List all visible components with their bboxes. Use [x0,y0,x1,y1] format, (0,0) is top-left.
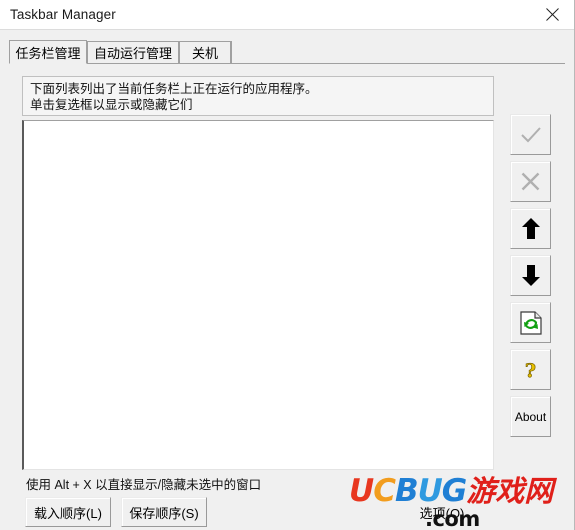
description-line-2: 单击复选框以显示或隐藏它们 [30,98,193,112]
load-order-button[interactable]: 载入顺序(L) [25,497,111,527]
question-mark-icon: ? [525,359,537,381]
cross-icon [521,172,540,191]
check-icon [520,126,541,142]
svg-text:?: ? [525,360,536,381]
refresh-page-icon [519,310,542,335]
tab-label: 自动运行管理 [93,46,172,61]
keyboard-shortcut-hint: 使用 Alt + X 以直接显示/隐藏未选中的窗口 [26,478,262,492]
tab-label: 任务栏管理 [15,45,81,61]
taskbar-manager-window: Taskbar Manager 任务栏管理 自动运行管理 关机 下面列表列出了当 [0,0,575,530]
description-line-1: 下面列表列出了当前任务栏上正在运行的应用程序。 [30,82,318,96]
about-button-label: About [514,409,547,424]
save-order-label: 保存顺序(S) [129,505,199,521]
options-button[interactable]: 选项(O) [402,497,482,527]
cancel-button[interactable] [510,161,551,202]
window-title: Taskbar Manager [10,7,116,22]
tab-autorun-management[interactable]: 自动运行管理 [87,41,179,63]
title-bar: Taskbar Manager [0,0,574,30]
move-down-button[interactable] [510,255,551,296]
load-order-label: 载入顺序(L) [34,505,102,521]
check-button[interactable] [510,114,551,155]
arrow-down-icon [521,265,540,286]
refresh-button[interactable] [510,302,551,343]
close-icon[interactable] [529,0,574,29]
save-order-button[interactable]: 保存顺序(S) [121,497,207,527]
help-button[interactable]: ? [510,349,551,390]
tab-label: 关机 [191,46,218,61]
options-label: 选项(O) [419,505,465,521]
about-button[interactable]: About [510,396,551,437]
tab-strip: 任务栏管理 自动运行管理 关机 [9,40,565,64]
application-list[interactable] [22,120,494,470]
tab-strip-end-divider [231,41,232,63]
arrow-up-icon [521,218,540,239]
tab-shutdown[interactable]: 关机 [179,41,231,63]
description-box: 下面列表列出了当前任务栏上正在运行的应用程序。 单击复选框以显示或隐藏它们 [22,76,494,116]
move-up-button[interactable] [510,208,551,249]
tab-taskbar-management[interactable]: 任务栏管理 [9,40,87,64]
